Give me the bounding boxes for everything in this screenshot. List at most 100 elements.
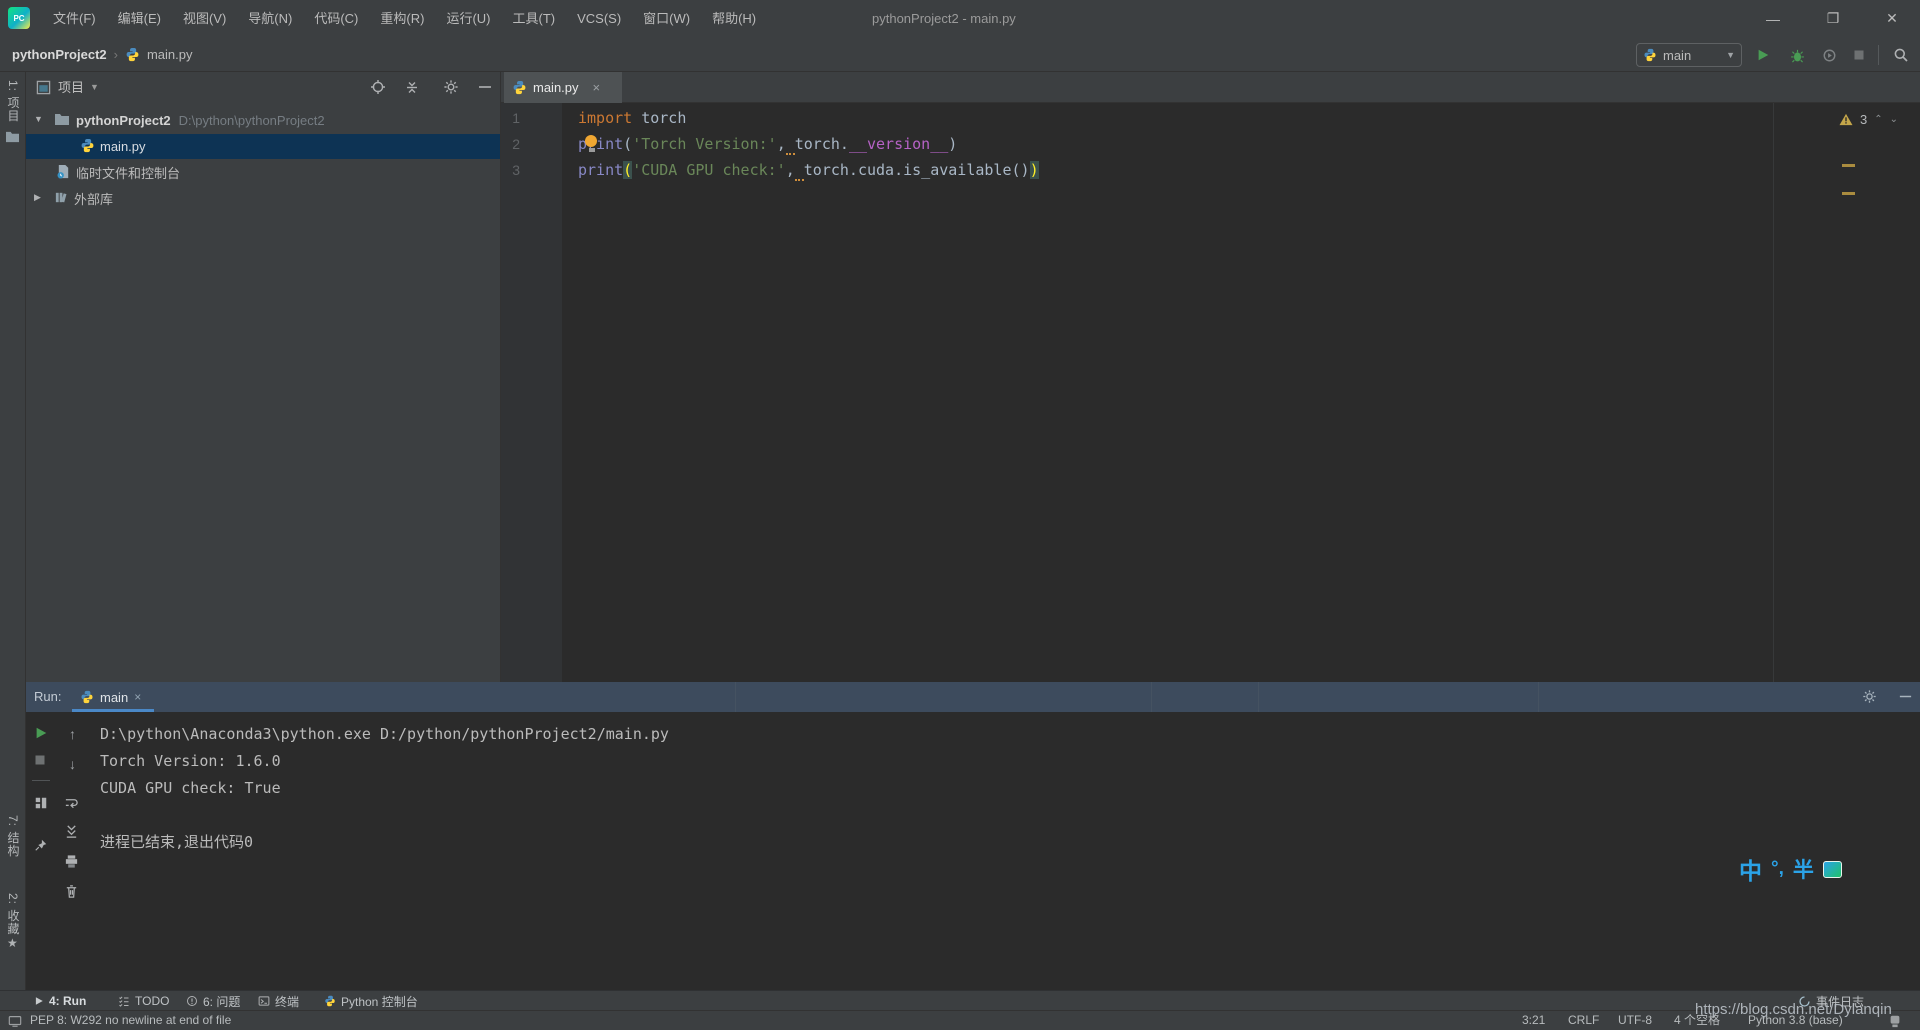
menu-refactor[interactable]: 重构(R) <box>369 0 435 37</box>
locate-file-button[interactable] <box>370 79 387 96</box>
chevron-right-icon[interactable]: ▶ <box>34 192 41 203</box>
run-configuration-label: main <box>1663 47 1692 63</box>
menu-file[interactable]: 文件(F) <box>42 0 107 37</box>
breadcrumb-project[interactable]: pythonProject2 <box>12 47 107 62</box>
statusbar-message[interactable]: PEP 8: W292 no newline at end of file <box>30 1011 231 1030</box>
code-token: 'CUDA GPU check:' <box>632 161 786 179</box>
tool-window-toggle-icon[interactable] <box>8 1014 22 1028</box>
run-tab-main[interactable]: main × <box>72 682 154 712</box>
menu-navigate[interactable]: 导航(N) <box>237 0 303 37</box>
menu-help[interactable]: 帮助(H) <box>701 0 767 37</box>
gear-icon[interactable] <box>1862 689 1878 705</box>
code-line-3[interactable]: print('CUDA GPU check:', torch.cuda.is_a… <box>562 157 1920 183</box>
menu-run[interactable]: 运行(U) <box>435 0 501 37</box>
toolbar-button-run-label: 4: Run <box>49 994 87 1008</box>
tool-window-bar: 4: Run TODO 6: 问题 终端 Python 控制台 事件日志 <box>0 990 1920 1010</box>
scratches-icon <box>56 164 71 179</box>
editor-area[interactable]: main.py × 1 2 3 import torch print('Torc… <box>500 72 1920 682</box>
caret-position[interactable]: 3:21 <box>1522 1011 1545 1030</box>
menu-tools[interactable]: 工具(T) <box>501 0 566 37</box>
stop-button[interactable] <box>1850 46 1868 64</box>
close-button[interactable]: ✕ <box>1869 0 1915 37</box>
code-token: import <box>578 109 633 127</box>
warning-count: 3 <box>1860 112 1868 127</box>
inspections-widget[interactable]: 3 ⌃ ⌄ <box>1839 112 1898 127</box>
editor-gutter: 1 2 3 <box>501 103 562 682</box>
toolbar-button-run[interactable]: 4: Run <box>34 991 86 1011</box>
code-token: __version__ <box>848 135 949 153</box>
print-icon[interactable] <box>64 854 81 871</box>
code-editing-surface[interactable]: import torch print('Torch Version:', tor… <box>562 103 1920 682</box>
encoding-indicator[interactable]: UTF-8 <box>1618 1011 1652 1030</box>
breadcrumb-file[interactable]: main.py <box>147 47 193 62</box>
code-line-1[interactable]: import torch <box>562 105 1920 131</box>
project-tool-icon <box>36 80 51 95</box>
stripe-favorites-button[interactable]: 2: 收藏 <box>5 893 22 935</box>
run-button[interactable] <box>1754 46 1772 64</box>
tree-row-external-libraries[interactable]: ▶ 外部库 <box>26 186 500 211</box>
run-configuration-select[interactable]: main ▼ <box>1636 43 1742 67</box>
tree-label-main-py: main.py <box>100 139 146 154</box>
toolbar-button-terminal[interactable]: 终端 <box>258 991 299 1011</box>
scroll-to-end-button[interactable] <box>64 824 81 841</box>
run-tool-window-header: Run: main × <box>26 682 1920 712</box>
toolbar-button-todo[interactable]: TODO <box>118 991 169 1011</box>
chevron-down-icon[interactable]: ▼ <box>90 72 99 103</box>
code-token: , <box>785 161 795 179</box>
close-icon[interactable]: × <box>134 690 141 704</box>
menu-view[interactable]: 视图(V) <box>172 0 237 37</box>
toolbar-button-problems[interactable]: 6: 问题 <box>186 991 240 1011</box>
code-line-2[interactable]: print('Torch Version:', torch.__version_… <box>562 131 1920 157</box>
gear-icon[interactable] <box>443 79 460 96</box>
project-panel-title[interactable]: 项目 <box>58 72 84 103</box>
down-stack-trace-button[interactable]: ↓ <box>64 756 81 773</box>
folder-icon[interactable] <box>5 130 20 143</box>
tree-row-project-root[interactable]: ▼ pythonProject2 D:\python\pythonProject… <box>26 108 500 133</box>
code-token: ) <box>1029 161 1039 179</box>
run-console[interactable]: ↑ ↓ D:\python\Anaconda3\python.exe D:/py… <box>26 712 1920 990</box>
close-icon[interactable]: × <box>593 80 601 95</box>
ime-language-mode[interactable]: 中 <box>1739 852 1762 886</box>
star-icon[interactable]: ★ <box>7 936 18 950</box>
pin-icon[interactable] <box>34 838 51 855</box>
next-warning-chevron-icon[interactable]: ⌄ <box>1890 114 1898 125</box>
stop-button[interactable] <box>34 754 51 771</box>
header-divider <box>1538 682 1539 712</box>
rerun-button[interactable] <box>34 726 51 743</box>
hide-panel-button[interactable] <box>1898 689 1914 705</box>
debug-button[interactable] <box>1788 46 1806 64</box>
csdn-watermark: https://blog.csdn.net/Dylanqin <box>1695 1001 1892 1018</box>
ime-punctuation-mode[interactable]: °, <box>1771 858 1784 880</box>
up-stack-trace-button[interactable]: ↑ <box>64 726 81 743</box>
stripe-project-button[interactable]: 1: 项目 <box>5 80 22 122</box>
line-ending-indicator[interactable]: CRLF <box>1568 1011 1599 1030</box>
ime-width-mode[interactable]: 半 <box>1793 854 1814 884</box>
restore-layout-button[interactable] <box>34 796 51 813</box>
tree-row-scratches[interactable]: 临时文件和控制台 <box>26 160 500 185</box>
ime-skin-icon[interactable] <box>1822 860 1842 878</box>
toolbar-button-python-console[interactable]: Python 控制台 <box>324 991 418 1011</box>
menu-window[interactable]: 窗口(W) <box>632 0 701 37</box>
trash-icon[interactable] <box>64 884 81 901</box>
menu-vcs[interactable]: VCS(S) <box>566 0 632 37</box>
chevron-down-icon[interactable]: ▼ <box>34 114 43 124</box>
hide-panel-button[interactable] <box>477 79 494 96</box>
intention-bulb-icon[interactable] <box>585 135 598 153</box>
warning-stripe-mark[interactable] <box>1842 192 1855 195</box>
console-line-output: CUDA GPU check: True <box>100 779 281 797</box>
menu-edit[interactable]: 编辑(E) <box>107 0 172 37</box>
editor-tab-main-py[interactable]: main.py × <box>504 72 622 103</box>
maximize-button[interactable]: ❐ <box>1810 0 1856 37</box>
coverage-button[interactable] <box>1820 46 1838 64</box>
collapse-all-button[interactable] <box>404 79 421 96</box>
prev-warning-chevron-icon[interactable]: ⌃ <box>1874 114 1882 125</box>
stripe-structure-button[interactable]: 7: 结构 <box>5 815 22 857</box>
minimize-button[interactable]: — <box>1750 0 1796 37</box>
tree-row-main-py[interactable]: main.py <box>26 134 500 159</box>
ime-status-widget[interactable]: 中 °, 半 <box>1739 852 1842 886</box>
soft-wrap-button[interactable] <box>64 796 81 813</box>
menu-code[interactable]: 代码(C) <box>303 0 369 37</box>
warning-stripe-mark[interactable] <box>1842 164 1855 167</box>
toolbar-button-python-console-label: Python 控制台 <box>341 994 418 1009</box>
search-everywhere-icon[interactable] <box>1892 46 1910 64</box>
